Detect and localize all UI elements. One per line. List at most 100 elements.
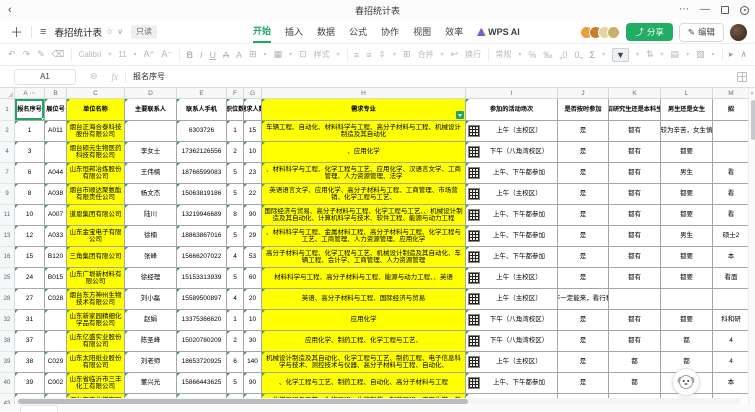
font-name-select[interactable]: Calibri: [79, 50, 102, 59]
cell-D39[interactable]: 刘老师: [125, 352, 177, 373]
cell-H16[interactable]: 高分子材料与工程、化学工程与工艺、机械设计制造及其自动化、车辆工程、会计学、工商…: [262, 247, 466, 268]
row-number[interactable]: 39: [0, 352, 15, 373]
cell-L38[interactable]: 都: [661, 331, 713, 352]
cell-E38[interactable]: 15020780209: [177, 331, 227, 352]
maximize-icon[interactable]: [721, 6, 729, 14]
expand-toolbar-icon[interactable]: ▸: [729, 49, 734, 60]
cell-D32[interactable]: 赵娟: [125, 310, 177, 331]
underline-icon[interactable]: U: [209, 50, 216, 60]
cell-D40[interactable]: 董兴光: [125, 373, 177, 394]
cell-F2[interactable]: 1: [227, 121, 244, 142]
cell-F7[interactable]: 5: [227, 163, 244, 184]
cell-A38[interactable]: 37: [15, 331, 45, 352]
cell-F38[interactable]: 2: [227, 331, 244, 352]
cell-H4[interactable]: 、应用化学: [262, 142, 466, 163]
cell-B13[interactable]: A033: [45, 226, 67, 247]
cell-A2[interactable]: 1: [15, 121, 45, 142]
eraser-icon[interactable]: ⌫: [52, 49, 65, 60]
cell-C13[interactable]: 山东金宝电子有限公司: [67, 226, 125, 247]
strikethrough-icon[interactable]: A: [223, 50, 229, 60]
column-letter-F[interactable]: F: [227, 88, 244, 98]
row-number[interactable]: 2: [0, 121, 15, 142]
cell-C25[interactable]: 山东广垠新材料有限公司: [67, 268, 125, 289]
header-I1[interactable]: 参加的活动场次: [466, 99, 558, 121]
scroll-up-icon[interactable]: ▴: [749, 90, 755, 96]
row-number[interactable]: 1: [0, 99, 15, 121]
cell-C9[interactable]: 烟台市顺达聚氨酯有限责任公司: [67, 184, 125, 205]
cell-H11[interactable]: 国际经济与贸易、高分子材料与工程、化学工程与工艺、、机械设计制造及其自动化、计算…: [262, 205, 466, 226]
increase-decimal-icon[interactable]: 0„: [574, 50, 582, 60]
table-view-icon[interactable]: [737, 72, 747, 82]
row-number[interactable]: 40: [0, 373, 15, 394]
cell-J39[interactable]: 是: [558, 352, 609, 373]
cell-G4[interactable]: 10: [244, 142, 262, 163]
cell-E32[interactable]: 13375366620: [177, 310, 227, 331]
cell-C40[interactable]: 山东省临沂市三丰化工有限公司: [67, 373, 125, 394]
more-icon[interactable]: ⋯: [679, 5, 689, 15]
cell-J16[interactable]: 是: [558, 247, 609, 268]
cell-D28[interactable]: 刘小磊: [125, 289, 177, 310]
redo-icon[interactable]: ↷: [23, 49, 31, 60]
number-format-select[interactable]: 常规: [495, 49, 511, 60]
document-tab[interactable]: 春招统计表 ☆ ∨: [54, 25, 123, 39]
cell-K16[interactable]: 都有: [609, 247, 661, 268]
cell-M7[interactable]: 看: [713, 163, 750, 184]
cell-L9[interactable]: 都要: [661, 184, 713, 205]
cell-C32[interactable]: 山东新家园精细化学品有限公司: [67, 310, 125, 331]
column-letter-A[interactable]: A ⋯: [15, 88, 45, 98]
cell-E28[interactable]: 15589500897: [177, 289, 227, 310]
column-letter-J[interactable]: J: [558, 88, 609, 98]
cell-D4[interactable]: 李女士: [125, 142, 177, 163]
column-letter-C[interactable]: C: [67, 88, 125, 98]
borders-icon[interactable]: ⊞: [249, 49, 257, 60]
cell-G11[interactable]: 90: [244, 205, 262, 226]
cell-C2[interactable]: 烟台正海合泰科技股份有限公司: [67, 121, 125, 142]
cell-L7[interactable]: 男生: [661, 163, 713, 184]
cell-H25[interactable]: 材料科学与工程、高分子材料与工程、能源与动力工程、、英语: [262, 268, 466, 289]
cell-D13[interactable]: 徐楠: [125, 226, 177, 247]
row-number[interactable]: 32: [0, 310, 15, 331]
cell-J9[interactable]: 是: [558, 184, 609, 205]
cell-style-icon[interactable]: ⊡: [299, 49, 307, 60]
tab-insert[interactable]: 插入: [285, 21, 303, 42]
column-letter-E[interactable]: E: [177, 88, 227, 98]
filter-applied-icon[interactable]: [456, 111, 464, 119]
cell-A39[interactable]: 38: [15, 352, 45, 373]
cell-G32[interactable]: 10: [244, 310, 262, 331]
cell-H39[interactable]: 机械设计制造及其自动化、化学工程与工艺、制药工程、电子信息科学与技术、测控技术与…: [262, 352, 466, 373]
format-painter-icon[interactable]: ✎: [37, 49, 45, 60]
cell-H28[interactable]: 英语、高分子材料与工程、国际经济与贸易: [262, 289, 466, 310]
cell-I32[interactable]: 下午（八角湾校区）: [466, 310, 558, 331]
cell-H38[interactable]: 应用化学、制药工程、化学工程与工艺、: [262, 331, 466, 352]
cell-A7[interactable]: 6: [15, 163, 45, 184]
cell-E16[interactable]: 15666207022: [177, 247, 227, 268]
cell-K2[interactable]: 都有: [609, 121, 661, 142]
cell-F9[interactable]: 5: [227, 184, 244, 205]
decrease-decimal-icon[interactable]: „0: [559, 50, 567, 60]
cell-H7[interactable]: 、材料科学与工程、化学工程与工艺、应用化学、汉语言文学、工商管理、人力资源管理、…: [262, 163, 466, 184]
cell-J38[interactable]: 是: [558, 331, 609, 352]
column-letter-I[interactable]: I: [466, 88, 558, 98]
cell-F28[interactable]: 4: [227, 289, 244, 310]
cell-A9[interactable]: 8: [15, 184, 45, 205]
cell-F32[interactable]: 1: [227, 310, 244, 331]
cell-M32[interactable]: 科和研: [713, 310, 750, 331]
cell-I9[interactable]: 上午（主校区）: [466, 184, 558, 205]
row-number[interactable]: 25: [0, 268, 15, 289]
cell-I38[interactable]: 下午（八角湾校区）: [466, 331, 558, 352]
fx-icon[interactable]: fx: [112, 72, 119, 82]
cell-B7[interactable]: A044: [45, 163, 67, 184]
cell-D2[interactable]: [125, 121, 177, 142]
cell-B9[interactable]: A038: [45, 184, 67, 205]
cell-A11[interactable]: 10: [15, 205, 45, 226]
cell-B32[interactable]: [45, 310, 67, 331]
cell-M28[interactable]: [713, 289, 750, 310]
header-G1[interactable]: 需求人数: [244, 99, 262, 121]
column-letter-G[interactable]: G: [244, 88, 262, 98]
cell-H13[interactable]: 、材料科学与工程、金属材料工程、高分子材料与工程、化学工程与工艺、工商管理、人力…: [262, 226, 466, 247]
cell-E2[interactable]: 6303726: [177, 121, 227, 142]
collapse-toolbar-icon[interactable]: ∧: [740, 49, 747, 60]
cell-B16[interactable]: B120: [45, 247, 67, 268]
cell-C39[interactable]: 山东太阳纸业股份有限公司: [67, 352, 125, 373]
header-H1[interactable]: 需求专业: [262, 99, 466, 121]
